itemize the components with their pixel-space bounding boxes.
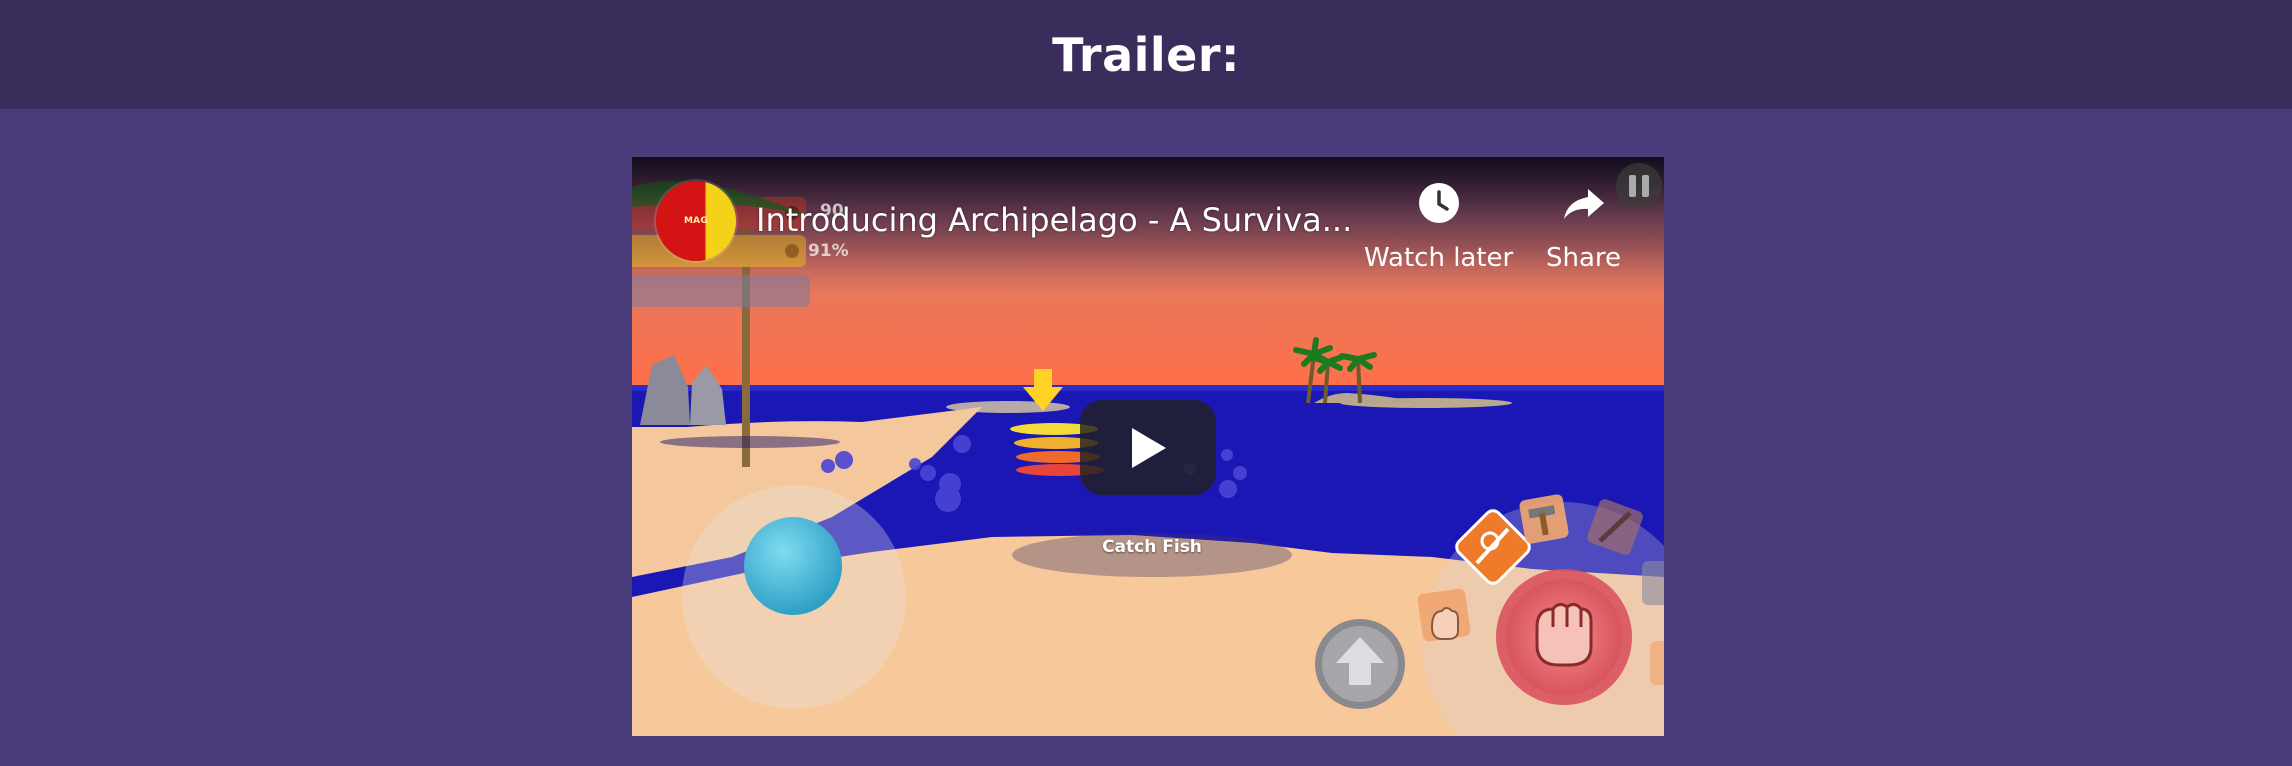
channel-avatar[interactable]: MAG <box>656 181 736 261</box>
up-arrow-icon <box>1315 619 1405 709</box>
fist-icon <box>1535 602 1593 667</box>
share-arrow-icon <box>1562 181 1606 225</box>
share-label: Share <box>1546 243 1622 273</box>
watch-later-label: Watch later <box>1364 243 1514 273</box>
pause-icon <box>1616 163 1662 209</box>
clock-icon <box>1417 181 1461 225</box>
video-player[interactable]: 90 91% MAG Introducing Archipelago - A S… <box>632 157 1664 736</box>
page-header: Trailer: <box>0 0 2292 109</box>
hand-icon <box>1417 588 1471 642</box>
hammer-icon <box>1519 494 1569 544</box>
share-button[interactable]: Share <box>1546 181 1621 273</box>
video-title[interactable]: Introducing Archipelago - A Surviva... <box>756 201 1356 239</box>
joystick-icon <box>682 485 906 709</box>
watch-later-button[interactable]: Watch later <box>1364 181 1513 273</box>
catch-fish-label: Catch Fish <box>1102 537 1202 557</box>
channel-avatar-text: MAG <box>684 216 708 226</box>
play-button[interactable] <box>1080 400 1216 495</box>
play-icon <box>1132 427 1166 468</box>
page-title: Trailer: <box>1052 27 1240 82</box>
hud-percent-bottom: 91% <box>808 241 849 261</box>
